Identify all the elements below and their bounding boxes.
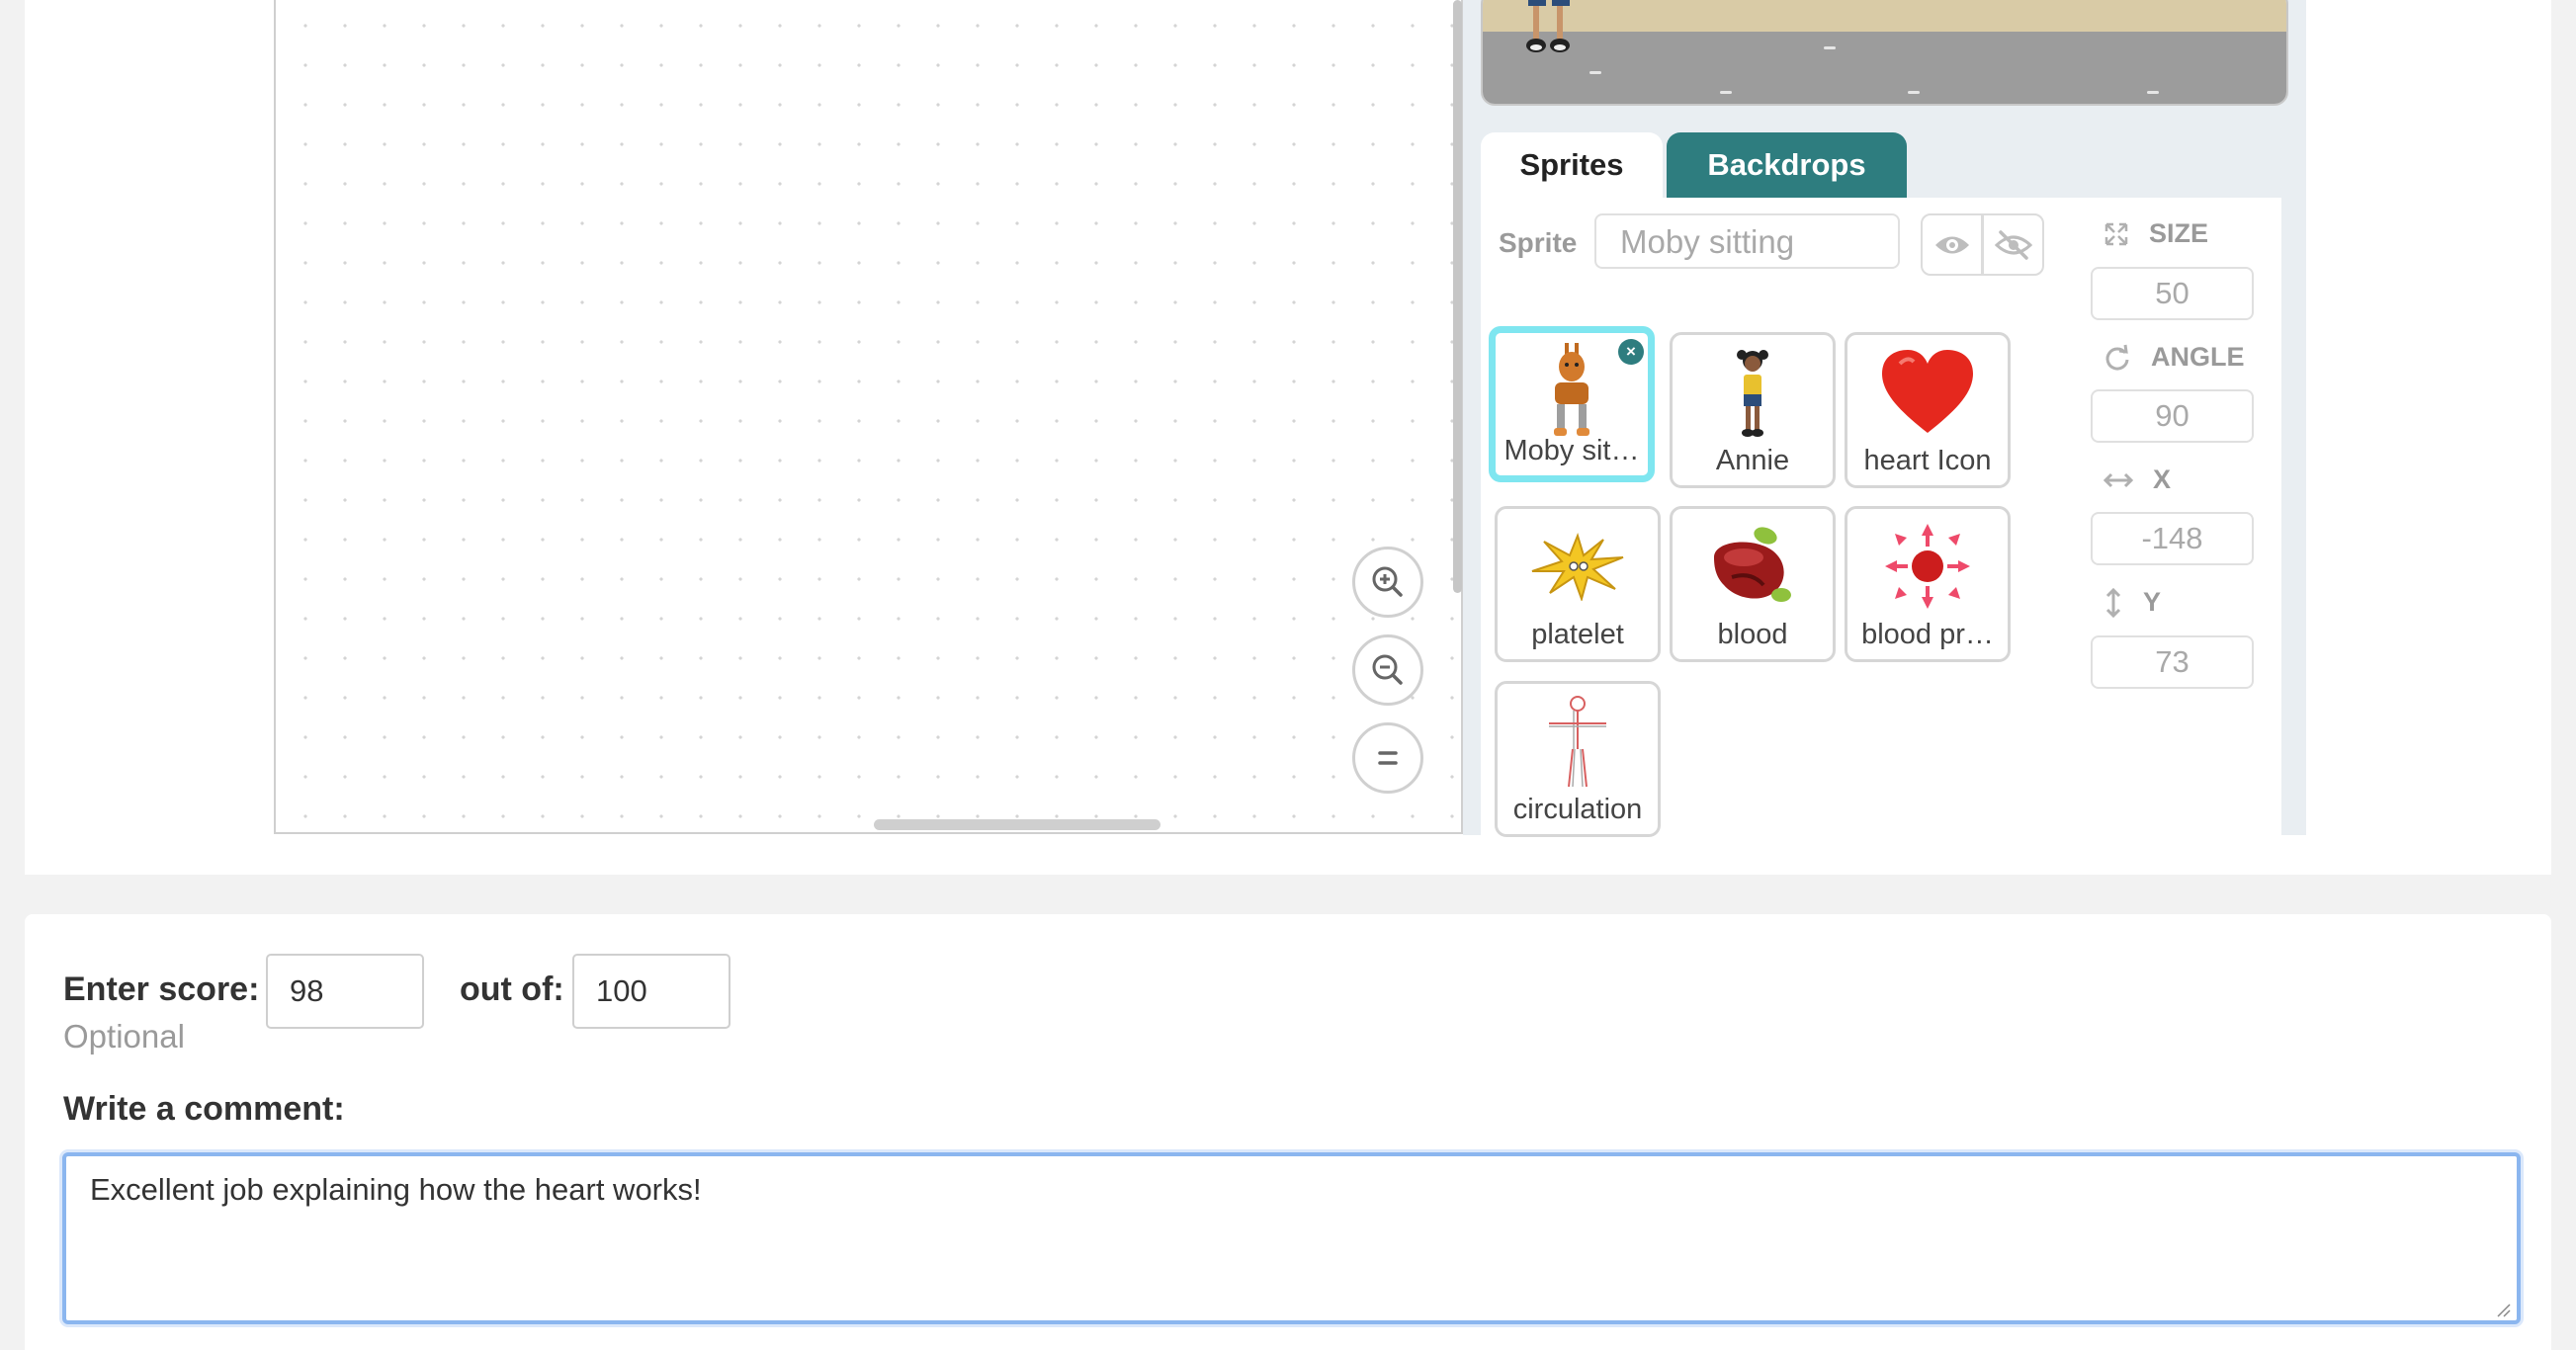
size-label-row: SIZE bbox=[2104, 218, 2208, 249]
blood-pressure-icon bbox=[1847, 517, 2008, 616]
zoom-in-icon bbox=[1372, 566, 1403, 597]
zoom-out-icon bbox=[1372, 654, 1403, 685]
sprite-name-input[interactable]: Moby sitting bbox=[1594, 213, 1900, 269]
sprite-tile-label: platelet bbox=[1531, 619, 1624, 650]
sprite-tile-heart-icon[interactable]: heart Icon bbox=[1845, 332, 2011, 488]
sprite-tile-label: heart Icon bbox=[1863, 445, 1992, 476]
zoom-out-button[interactable] bbox=[1352, 634, 1423, 706]
road-dash bbox=[1908, 91, 1920, 94]
angle-input[interactable]: 90 bbox=[2091, 389, 2254, 443]
sprite-tile-label: blood pr… bbox=[1861, 619, 1994, 650]
stage-preview[interactable] bbox=[1481, 0, 2288, 106]
y-input[interactable]: 73 bbox=[2091, 635, 2254, 689]
rotate-icon bbox=[2105, 344, 2129, 371]
eye-icon bbox=[1934, 236, 1969, 253]
sprite-label: Sprite bbox=[1499, 227, 1578, 258]
platelet-icon bbox=[1498, 517, 1658, 616]
eye-slash-icon bbox=[1994, 229, 2032, 260]
road-dash bbox=[2147, 91, 2159, 94]
out-of-input[interactable]: 100 bbox=[572, 954, 730, 1029]
y-label: Y bbox=[2143, 587, 2162, 617]
tab-sprites[interactable]: Sprites bbox=[1481, 132, 1663, 198]
zoom-in-button[interactable] bbox=[1352, 547, 1423, 618]
sprite-tile-blood-pressure[interactable]: blood pr… bbox=[1845, 506, 2011, 662]
sprite-tile-label: Annie bbox=[1715, 445, 1790, 476]
sprite-tile-moby-sitting[interactable]: × Moby sit… bbox=[1489, 326, 1655, 482]
expand-icon bbox=[2104, 222, 2128, 245]
workspace-vertical-scrollbar[interactable] bbox=[1453, 0, 1462, 593]
x-label-row: X bbox=[2104, 464, 2171, 495]
score-input[interactable]: 98 bbox=[266, 954, 424, 1029]
show-sprite-button[interactable] bbox=[1921, 213, 1983, 276]
resize-grip-icon[interactable] bbox=[2496, 1303, 2512, 1318]
sprite-tile-annie[interactable]: Annie bbox=[1670, 332, 1836, 488]
circulation-icon bbox=[1498, 692, 1658, 791]
stage-road bbox=[1483, 32, 2286, 104]
road-dash bbox=[1824, 46, 1836, 49]
score-label: Enter score: bbox=[63, 970, 260, 1008]
sprite-tile-label: circulation bbox=[1512, 794, 1643, 825]
comment-textarea[interactable]: Excellent job explaining how the heart w… bbox=[62, 1152, 2521, 1324]
code-workspace[interactable] bbox=[274, 0, 1463, 834]
x-label: X bbox=[2153, 464, 2172, 494]
annie-icon bbox=[1673, 343, 1833, 442]
y-label-row: Y bbox=[2104, 587, 2161, 618]
horizontal-arrows-icon bbox=[2104, 472, 2133, 487]
sprite-tile-label: Moby sit… bbox=[1503, 435, 1640, 466]
optional-label: Optional bbox=[63, 1018, 185, 1055]
sprite-tile-platelet[interactable]: platelet bbox=[1495, 506, 1661, 662]
stage-sand bbox=[1483, 0, 2286, 32]
x-input[interactable]: -148 bbox=[2091, 512, 2254, 565]
stage-character-legs bbox=[1526, 0, 1570, 52]
heart-icon bbox=[1847, 343, 2008, 442]
road-dash bbox=[1589, 71, 1601, 74]
blood-icon bbox=[1673, 517, 1833, 616]
tab-backdrops[interactable]: Backdrops bbox=[1667, 132, 1907, 198]
comment-label: Write a comment: bbox=[63, 1090, 345, 1128]
equals-icon bbox=[1378, 751, 1398, 765]
sprite-tile-label: blood bbox=[1717, 619, 1788, 650]
angle-label: ANGLE bbox=[2151, 342, 2245, 372]
size-label: SIZE bbox=[2149, 218, 2209, 248]
hide-sprite-button[interactable] bbox=[1982, 213, 2044, 276]
out-of-label: out of: bbox=[460, 970, 564, 1008]
sprite-tile-circulation[interactable]: circulation bbox=[1495, 681, 1661, 837]
workspace-horizontal-scrollbar[interactable] bbox=[874, 819, 1160, 830]
size-input[interactable]: 50 bbox=[2091, 267, 2254, 320]
vertical-arrows-icon bbox=[2105, 587, 2121, 618]
road-dash bbox=[1720, 91, 1732, 94]
sprite-tile-blood[interactable]: blood bbox=[1670, 506, 1836, 662]
delete-sprite-button[interactable]: × bbox=[1618, 339, 1644, 365]
zoom-reset-button[interactable] bbox=[1352, 722, 1423, 794]
angle-label-row: ANGLE bbox=[2104, 342, 2245, 373]
